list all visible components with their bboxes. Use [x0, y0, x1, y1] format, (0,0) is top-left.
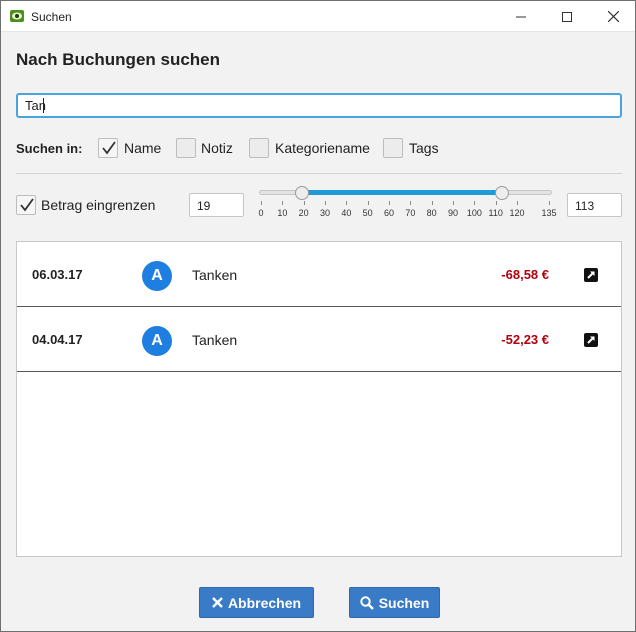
slider-tick-label: 50	[362, 208, 373, 218]
search-button-label: Suchen	[378, 594, 430, 611]
open-external-icon[interactable]	[584, 268, 598, 282]
result-amount: -52,23 €	[501, 332, 549, 347]
slider-tick-mark	[389, 201, 390, 205]
checkbox-tags-label[interactable]: Tags	[409, 140, 439, 156]
divider	[16, 173, 622, 174]
slider-tick-label: 40	[341, 208, 352, 218]
slider-tick-label: 20	[298, 208, 309, 218]
checkbox-kategoriename[interactable]	[249, 138, 269, 158]
slider-tick-label: 60	[383, 208, 395, 218]
minimize-button[interactable]	[498, 1, 544, 32]
result-date: 06.03.17	[32, 267, 83, 282]
search-input[interactable]	[16, 93, 622, 118]
slider-tick-mark	[367, 201, 369, 205]
search-dialog-window: Suchen Nach Buchungen suchen Suchen in: …	[0, 0, 636, 632]
slider-tick-label: 135	[541, 208, 557, 218]
checkbox-name-label[interactable]: Name	[124, 140, 161, 156]
slider-tick-mark	[495, 201, 497, 205]
slider-tick-label: 100	[466, 208, 482, 218]
slider-tick-label: 120	[509, 208, 525, 218]
result-amount: -68,58 €	[501, 267, 549, 282]
slider-tick-label: 10	[277, 208, 288, 218]
account-avatar: A	[142, 261, 172, 291]
slider-tick-label: 110	[488, 208, 503, 218]
checkbox-kategoriename-label[interactable]: Kategoriename	[275, 140, 370, 156]
cancel-button[interactable]: Abbrechen	[199, 587, 314, 618]
slider-tick-label: 70	[405, 208, 416, 218]
result-row[interactable]: 06.03.17 A Tanken -68,58 €	[17, 242, 621, 307]
slider-thumb-low[interactable]	[294, 186, 309, 200]
slider-tick-mark	[282, 201, 284, 205]
app-eye-icon	[10, 10, 24, 22]
close-icon	[607, 11, 619, 22]
text-caret	[43, 98, 44, 113]
result-date: 04.04.17	[32, 332, 83, 347]
dialog-heading: Nach Buchungen suchen	[16, 50, 221, 69]
slider-tick-mark	[303, 201, 305, 205]
slider-thumb-high[interactable]	[495, 186, 510, 200]
checkbox-notiz[interactable]	[176, 138, 196, 158]
search-button[interactable]: Suchen	[349, 587, 440, 618]
open-external-icon[interactable]	[584, 333, 598, 347]
checkbox-tags[interactable]	[383, 138, 403, 158]
betrag-eingrenzen-label[interactable]: Betrag eingrenzen	[41, 197, 155, 213]
title-bar: Suchen	[1, 1, 635, 32]
slider-tick-mark	[549, 201, 550, 205]
maximize-icon	[562, 11, 572, 22]
close-button[interactable]	[590, 1, 636, 32]
cancel-button-label: Abbrechen	[227, 594, 302, 611]
slider-tick-mark	[474, 201, 476, 205]
slider-tick-mark	[410, 201, 412, 205]
maximize-button[interactable]	[544, 1, 590, 32]
search-in-label: Suchen in:	[16, 141, 83, 156]
window-title: Suchen	[31, 10, 72, 24]
checkmark-icon	[20, 198, 34, 212]
min-amount-field[interactable]: 19	[189, 193, 244, 217]
times-icon	[212, 597, 223, 608]
result-name: Tanken	[192, 332, 238, 348]
checkmark-icon	[102, 141, 116, 155]
results-list: 06.03.17 A Tanken -68,58 € 04.04.17 A Ta…	[16, 241, 622, 557]
minimize-icon	[516, 16, 526, 17]
result-row[interactable]: 04.04.17 A Tanken -52,23 €	[17, 307, 621, 372]
checkbox-name[interactable]	[98, 138, 118, 158]
checkbox-betrag-eingrenzen[interactable]	[16, 195, 36, 215]
max-amount-field[interactable]: 113	[567, 193, 622, 217]
account-avatar: A	[142, 326, 172, 356]
slider-tick-mark	[261, 201, 262, 205]
slider-tick-label: 90	[447, 208, 459, 218]
slider-tick-mark	[431, 201, 433, 205]
slider-tick-mark	[453, 201, 454, 205]
slider-tick-mark	[325, 201, 326, 205]
amount-range-slider-fill	[301, 190, 503, 195]
search-icon	[360, 595, 374, 610]
checkbox-notiz-label[interactable]: Notiz	[201, 140, 233, 156]
slider-tick-mark	[517, 201, 518, 205]
result-name: Tanken	[192, 267, 238, 283]
slider-tick-label: 0	[258, 208, 264, 218]
slider-tick-mark	[346, 201, 348, 205]
slider-tick-label: 30	[319, 208, 331, 218]
slider-tick-label: 80	[426, 208, 437, 218]
